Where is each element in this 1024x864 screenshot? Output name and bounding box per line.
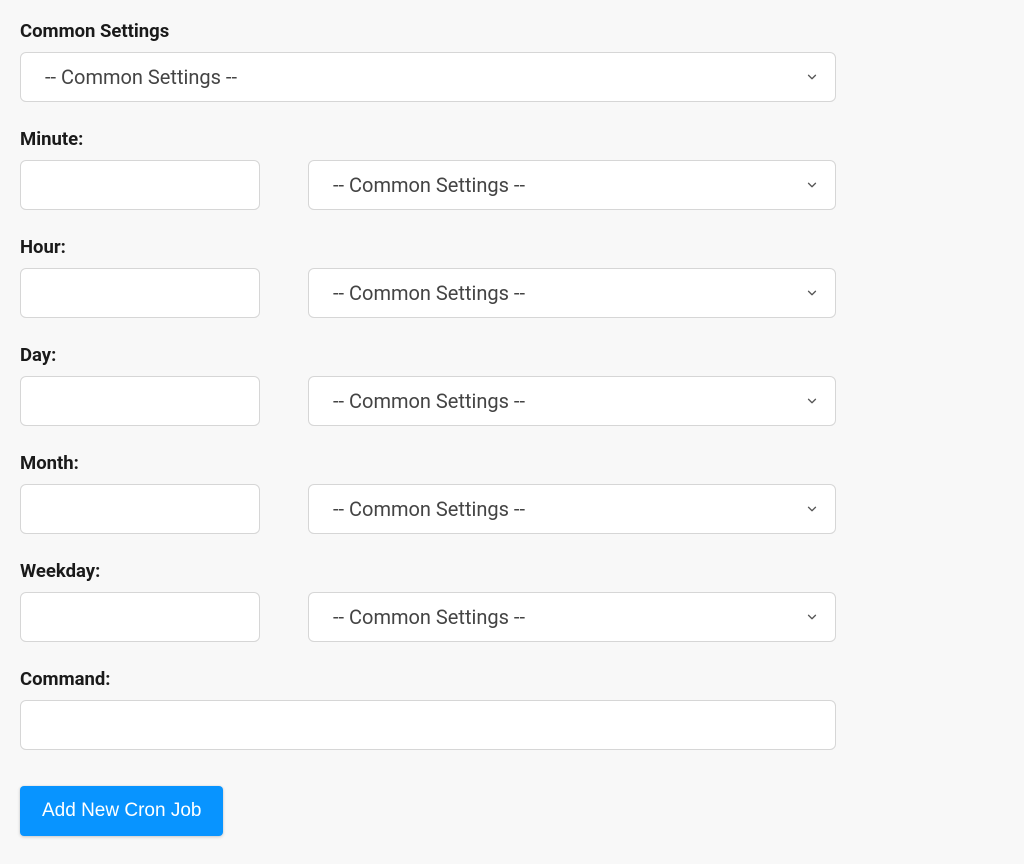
day-row: Day: -- Common Settings -- bbox=[20, 344, 860, 426]
hour-select-text: -- Common Settings -- bbox=[333, 281, 525, 305]
hour-label: Hour: bbox=[20, 236, 860, 258]
hour-input[interactable] bbox=[20, 268, 260, 318]
month-label: Month: bbox=[20, 452, 860, 474]
month-input-row: -- Common Settings -- bbox=[20, 484, 860, 534]
month-select-text: -- Common Settings -- bbox=[333, 497, 525, 521]
day-select-text: -- Common Settings -- bbox=[333, 389, 525, 413]
chevron-down-icon bbox=[805, 394, 819, 408]
cron-form: Common Settings -- Common Settings -- Mi… bbox=[20, 20, 860, 836]
hour-row: Hour: -- Common Settings -- bbox=[20, 236, 860, 318]
weekday-select[interactable]: -- Common Settings -- bbox=[308, 592, 836, 642]
chevron-down-icon bbox=[805, 610, 819, 624]
common-settings-select[interactable]: -- Common Settings -- bbox=[20, 52, 836, 102]
day-select[interactable]: -- Common Settings -- bbox=[308, 376, 836, 426]
minute-input-row: -- Common Settings -- bbox=[20, 160, 860, 210]
minute-select-text: -- Common Settings -- bbox=[333, 173, 525, 197]
day-input-row: -- Common Settings -- bbox=[20, 376, 860, 426]
weekday-input[interactable] bbox=[20, 592, 260, 642]
weekday-label: Weekday: bbox=[20, 560, 860, 582]
common-settings-select-text: -- Common Settings -- bbox=[45, 65, 237, 89]
month-select[interactable]: -- Common Settings -- bbox=[308, 484, 836, 534]
chevron-down-icon bbox=[805, 502, 819, 516]
common-settings-row: Common Settings -- Common Settings -- bbox=[20, 20, 860, 102]
day-input[interactable] bbox=[20, 376, 260, 426]
chevron-down-icon bbox=[805, 286, 819, 300]
minute-input[interactable] bbox=[20, 160, 260, 210]
command-label: Command: bbox=[20, 668, 860, 690]
weekday-row: Weekday: -- Common Settings -- bbox=[20, 560, 860, 642]
common-settings-label: Common Settings bbox=[20, 20, 860, 42]
add-cron-job-button[interactable]: Add New Cron Job bbox=[20, 786, 223, 836]
minute-select[interactable]: -- Common Settings -- bbox=[308, 160, 836, 210]
day-label: Day: bbox=[20, 344, 860, 366]
month-input[interactable] bbox=[20, 484, 260, 534]
command-row: Command: bbox=[20, 668, 860, 750]
weekday-select-text: -- Common Settings -- bbox=[333, 605, 525, 629]
chevron-down-icon bbox=[805, 178, 819, 192]
chevron-down-icon bbox=[805, 70, 819, 84]
weekday-input-row: -- Common Settings -- bbox=[20, 592, 860, 642]
command-input[interactable] bbox=[20, 700, 836, 750]
minute-label: Minute: bbox=[20, 128, 860, 150]
hour-input-row: -- Common Settings -- bbox=[20, 268, 860, 318]
minute-row: Minute: -- Common Settings -- bbox=[20, 128, 860, 210]
hour-select[interactable]: -- Common Settings -- bbox=[308, 268, 836, 318]
month-row: Month: -- Common Settings -- bbox=[20, 452, 860, 534]
